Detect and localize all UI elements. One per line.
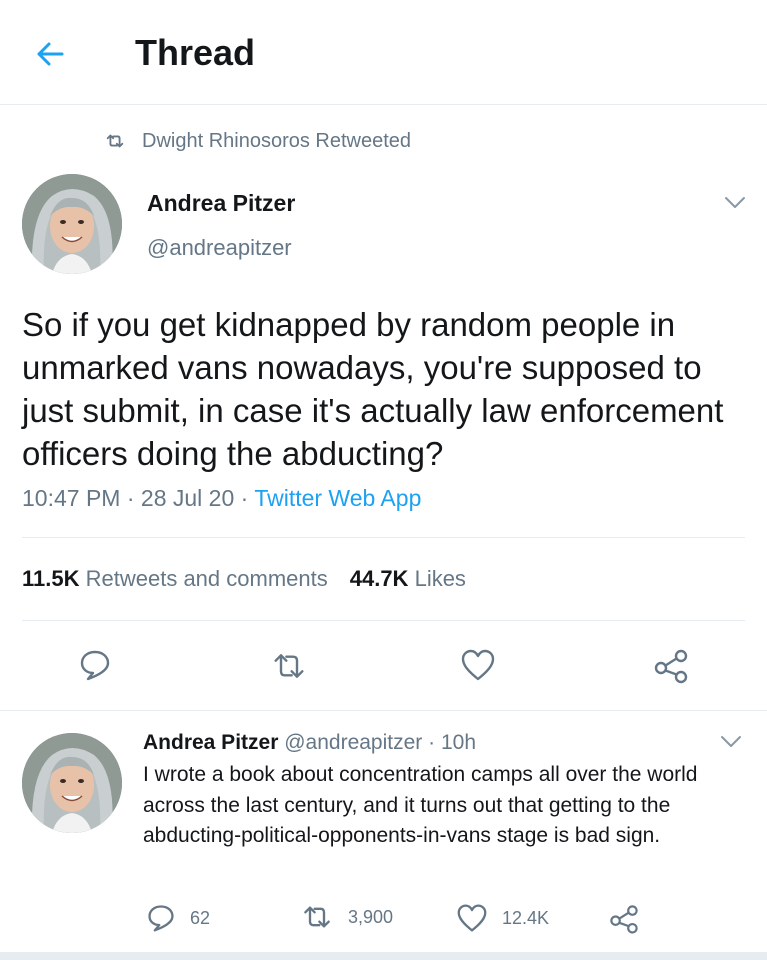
author-handle[interactable]: @andreapitzer	[147, 235, 292, 261]
divider	[22, 620, 745, 621]
meta-separator: ·	[240, 485, 249, 511]
avatar[interactable]	[22, 174, 122, 274]
reply-tweet-text: I wrote a book about concentration camps…	[143, 763, 698, 847]
reply-retweet-button[interactable]: 3,900	[300, 903, 393, 931]
share-icon	[610, 905, 638, 934]
tweet-menu-button[interactable]	[724, 196, 746, 210]
tweet-time: 10:47 PM	[22, 485, 121, 511]
retweet-icon	[304, 906, 330, 928]
bottom-bar	[0, 952, 767, 960]
like-button[interactable]	[460, 648, 496, 682]
tweet-date: 28 Jul 20	[140, 485, 235, 511]
reply-like-button[interactable]: 12.4K	[456, 903, 549, 933]
retweet-button[interactable]	[270, 650, 308, 682]
reply-count: 62	[190, 907, 211, 928]
avatar[interactable]	[22, 733, 122, 833]
reply-button[interactable]	[78, 648, 112, 682]
reply-icon	[80, 650, 110, 681]
divider	[22, 537, 745, 538]
tweet-text: So if you get kidnapped by random people…	[22, 306, 724, 472]
likes-count: 44.7K	[349, 566, 409, 591]
reply-tweet-menu-button[interactable]	[720, 735, 742, 749]
share-button[interactable]	[652, 647, 690, 685]
reply-tweet-header: Andrea Pitzer @andreapitzer · 10h	[143, 731, 476, 755]
likes-stat[interactable]: 44.7K Likes	[350, 566, 466, 591]
reply-icon	[148, 905, 174, 932]
meta-separator: ·	[428, 731, 436, 754]
heart-icon	[457, 904, 487, 932]
reply-time[interactable]: 10h	[441, 731, 476, 754]
author-name[interactable]: Andrea Pitzer	[147, 190, 295, 217]
retweet-icon	[274, 654, 304, 678]
reply-author-handle[interactable]: @andreapitzer	[284, 731, 422, 754]
reply-share-button[interactable]	[608, 903, 654, 935]
retweet-count: 3,900	[348, 906, 394, 927]
tweet-source-link[interactable]: Twitter Web App	[254, 485, 421, 511]
retweet-context: Dwight Rhinosoros Retweeted	[104, 128, 411, 154]
arrow-left-icon	[37, 42, 64, 66]
tweet-meta: 10:47 PM · 28 Jul 20 · Twitter Web App	[22, 485, 421, 512]
retweet-context-label: Dwight Rhinosoros Retweeted	[142, 129, 412, 152]
retweets-stat[interactable]: 11.5K Retweets and comments	[22, 566, 328, 591]
thread-header: Thread	[0, 0, 767, 105]
reply-author-name[interactable]: Andrea Pitzer	[143, 731, 278, 754]
reply-reply-button[interactable]: 62	[146, 903, 210, 933]
chevron-down-icon	[721, 736, 741, 747]
heart-icon	[461, 649, 495, 681]
avatar-image	[22, 733, 122, 833]
retweet-icon	[106, 134, 124, 148]
retweets-label: Retweets and comments	[85, 566, 328, 591]
share-icon	[654, 649, 688, 684]
retweets-count: 11.5K	[22, 566, 80, 591]
meta-separator: ·	[126, 485, 135, 511]
likes-label: Likes	[414, 566, 466, 591]
avatar-image	[22, 174, 122, 274]
like-count: 12.4K	[502, 907, 550, 928]
page-title: Thread	[135, 32, 256, 73]
tweet-stats: 11.5K Retweets and comments 44.7K Likes	[22, 566, 466, 592]
chevron-down-icon	[725, 197, 745, 208]
divider	[0, 710, 767, 711]
back-button[interactable]	[30, 34, 70, 74]
